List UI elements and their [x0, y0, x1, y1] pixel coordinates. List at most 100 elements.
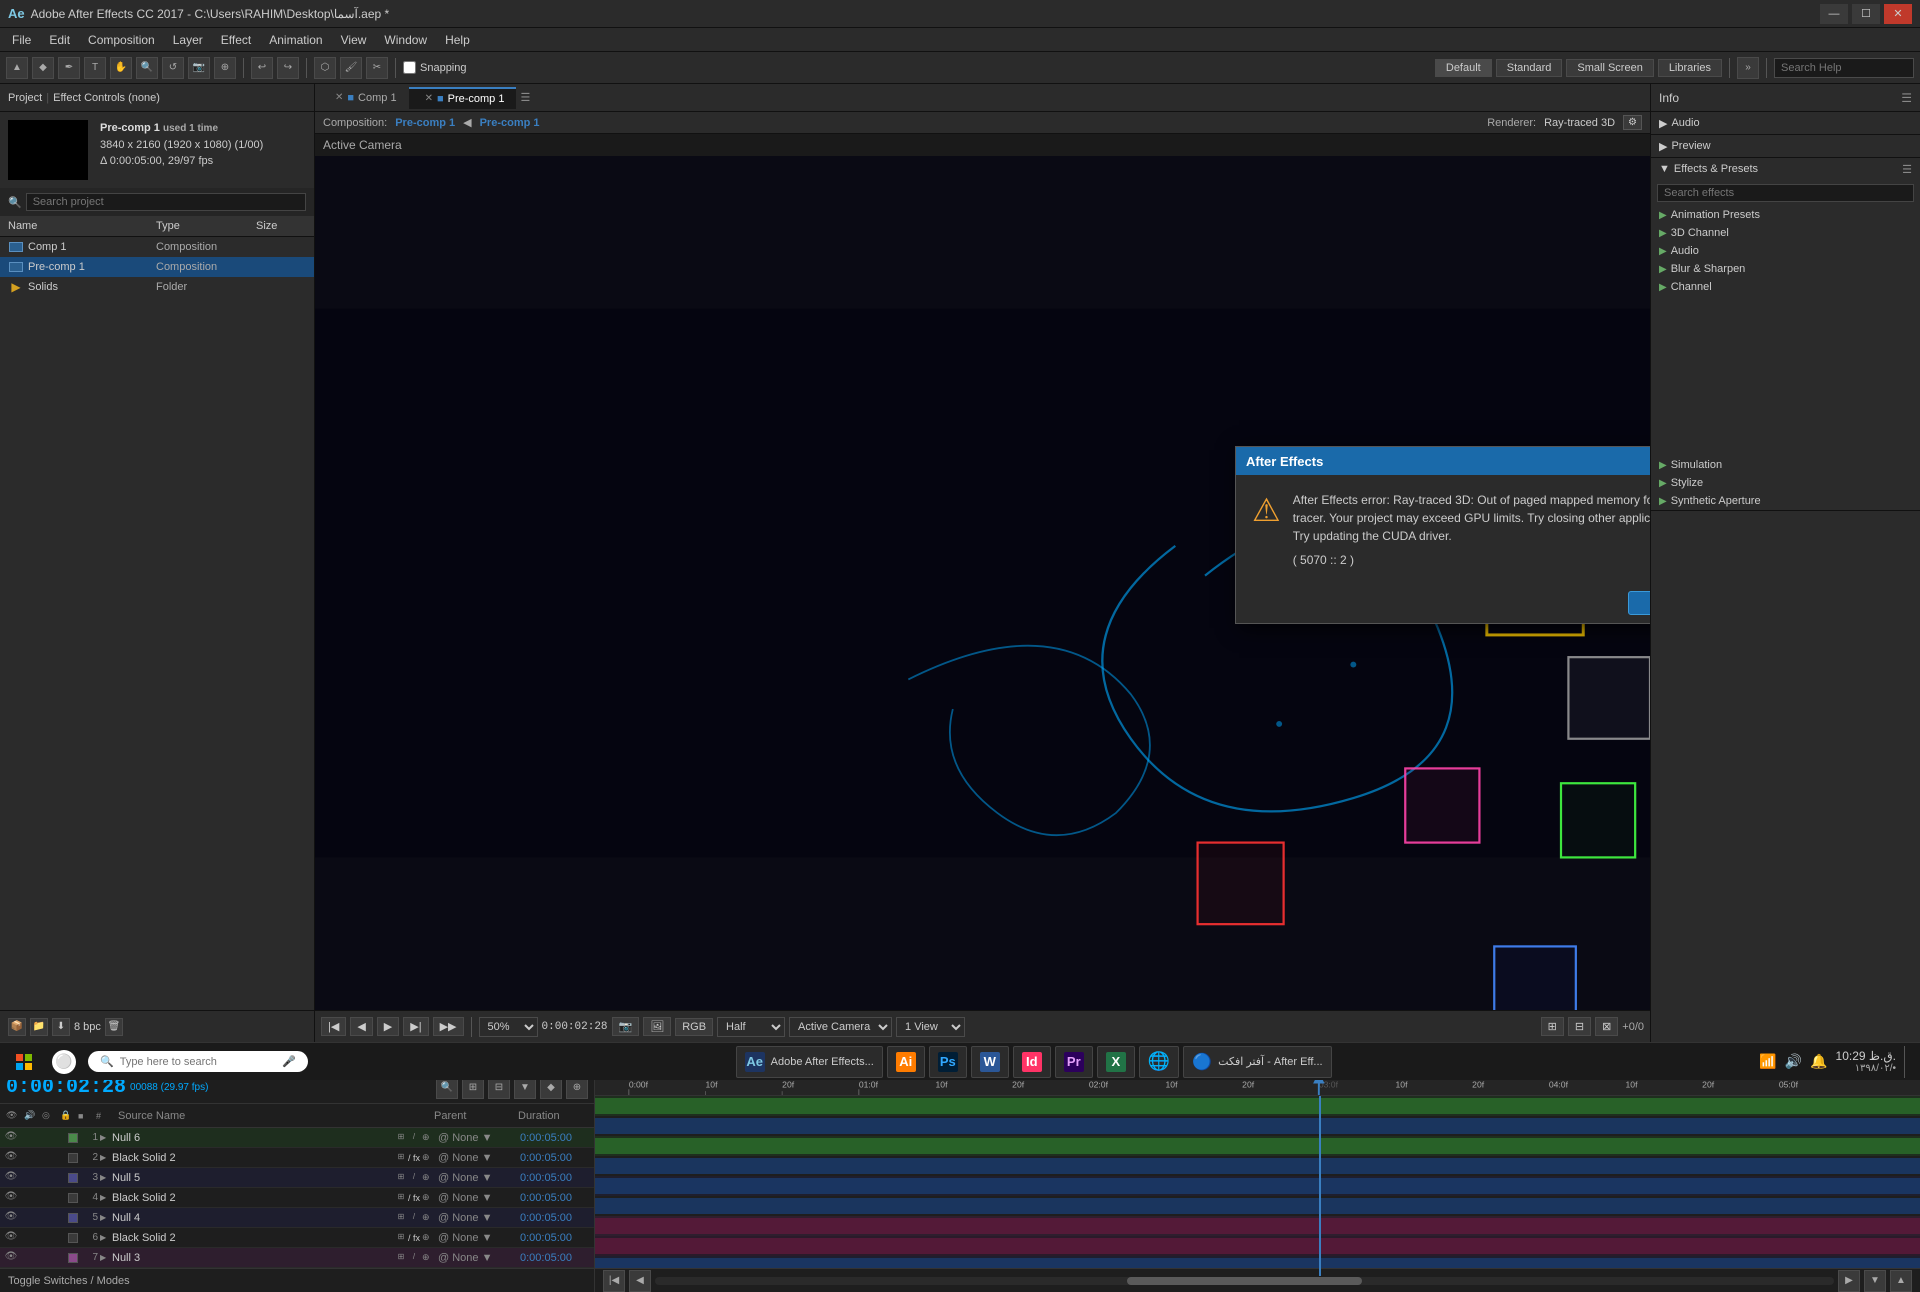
menu-edit[interactable]: Edit — [41, 31, 78, 49]
tool-redo[interactable]: ↪ — [277, 57, 299, 79]
effect-blur-sharpen[interactable]: ▶ Blur & Sharpen — [1651, 260, 1920, 278]
layer1-expand[interactable]: ▶ — [100, 1133, 110, 1142]
menu-composition[interactable]: Composition — [80, 31, 163, 49]
maximize-button[interactable]: ☐ — [1852, 4, 1880, 24]
tl-scroll-right[interactable]: ▶ — [1838, 1270, 1860, 1292]
layer4-expand[interactable]: ▶ — [100, 1193, 110, 1202]
viewer-safe-zones[interactable]: ⊠ — [1595, 1017, 1618, 1036]
viewer-show-channel[interactable]: RGB — [675, 1018, 713, 1036]
layer6-sw1[interactable]: ⊞ — [395, 1232, 407, 1244]
track-lane-2[interactable] — [595, 1116, 1920, 1136]
layer7-sw2[interactable]: / — [408, 1252, 420, 1264]
effect-audio[interactable]: ▶ Audio — [1651, 242, 1920, 260]
camera-dropdown[interactable]: Active Camera — [789, 1017, 892, 1037]
tool-shape[interactable]: ◆ — [32, 57, 54, 79]
viewer-grid[interactable]: ⊞ — [1541, 1017, 1564, 1036]
taskbar-app-id[interactable]: Id — [1013, 1046, 1051, 1078]
track-lane-7[interactable] — [595, 1216, 1920, 1236]
layer3-mode[interactable]: ⊕ — [422, 1172, 436, 1183]
error-ok-button[interactable]: OK — [1628, 591, 1650, 615]
taskbar-app-word[interactable]: W — [971, 1046, 1009, 1078]
taskbar-app-ae[interactable]: Ae Adobe After Effects... — [736, 1046, 883, 1078]
tool-zoom[interactable]: 🔍 — [136, 57, 158, 79]
track-lane-3[interactable] — [595, 1136, 1920, 1156]
viewer-snapshot[interactable]: 📷 — [612, 1017, 640, 1036]
effect-3d-channel[interactable]: ▶ 3D Channel — [1651, 224, 1920, 242]
tool-camera[interactable]: 📷 — [188, 57, 210, 79]
viewer-prev-frame[interactable]: ◀ — [350, 1017, 372, 1036]
preview-section-header[interactable]: ▶ Preview — [1651, 135, 1920, 157]
project-item-precomp1[interactable]: Pre-comp 1 Composition — [0, 257, 314, 277]
minimize-button[interactable]: — — [1820, 4, 1848, 24]
tl-scroll-left[interactable]: ◀ — [629, 1270, 651, 1292]
tool-clone[interactable]: ✂ — [366, 57, 388, 79]
tray-icon-volume[interactable]: 🔊 — [1785, 1053, 1802, 1070]
close-button[interactable]: ✕ — [1884, 4, 1912, 24]
layer2-mode[interactable]: ⊕ — [422, 1152, 436, 1163]
project-search-input[interactable] — [26, 193, 306, 211]
workspace-libraries[interactable]: Libraries — [1658, 59, 1722, 77]
effect-synthetic-aperture[interactable]: ▶ Synthetic Aperture — [1651, 492, 1920, 510]
layer7-eye[interactable]: 👁 — [4, 1251, 18, 1265]
audio-section-header[interactable]: ▶ Audio — [1651, 112, 1920, 134]
layer3-sw1[interactable]: ⊞ — [395, 1172, 407, 1184]
taskbar-app-ps[interactable]: Ps — [929, 1046, 967, 1078]
layer4-sw1[interactable]: ⊞ — [395, 1192, 407, 1204]
layer1-mode[interactable]: ⊕ — [422, 1132, 436, 1143]
layer-row-2[interactable]: 👁 2 ▶ Black Solid 2 ⊞ / fx ⊕ @ None ▼ 0:… — [0, 1148, 594, 1168]
import-icon[interactable]: ⬇ — [52, 1018, 70, 1036]
viewer-guide[interactable]: ⊟ — [1568, 1017, 1591, 1036]
tool-pen[interactable]: ✒ — [58, 57, 80, 79]
layer7-sw1[interactable]: ⊞ — [395, 1252, 407, 1264]
effect-simulation[interactable]: ▶ Simulation — [1651, 456, 1920, 474]
new-comp-icon[interactable]: 📦 — [8, 1018, 26, 1036]
menu-help[interactable]: Help — [437, 31, 478, 49]
bpc-label[interactable]: 8 bpc — [74, 1021, 101, 1033]
views-dropdown[interactable]: 1 View2 Views — [896, 1017, 965, 1037]
effect-animation-presets[interactable]: ▶ Animation Presets — [1651, 206, 1920, 224]
effect-stylize[interactable]: ▶ Stylize — [1651, 474, 1920, 492]
comp1-tab-close[interactable]: ✕ — [335, 92, 343, 103]
taskbar-app-edge[interactable]: 🌐 — [1139, 1046, 1179, 1078]
tray-icon-notification[interactable]: 🔔 — [1810, 1053, 1827, 1070]
tool-rotate[interactable]: ↺ — [162, 57, 184, 79]
viewer-play[interactable]: ▶ — [377, 1017, 399, 1036]
track-lane-5[interactable] — [595, 1176, 1920, 1196]
help-search-input[interactable] — [1774, 58, 1914, 78]
layer1-eye[interactable]: 👁 — [4, 1131, 18, 1145]
menu-layer[interactable]: Layer — [165, 31, 211, 49]
menu-view[interactable]: View — [333, 31, 375, 49]
snapping-checkbox[interactable] — [403, 61, 416, 74]
menu-animation[interactable]: Animation — [261, 31, 330, 49]
effects-presets-header[interactable]: ▼ Effects & Presets ☰ — [1651, 158, 1920, 180]
layer-row-5[interactable]: 👁 5 ▶ Null 4 ⊞ / ⊕ @ None ▼ 0:00:05:00 — [0, 1208, 594, 1228]
layer-row-3[interactable]: 👁 3 ▶ Null 5 ⊞ / ⊕ @ None ▼ 0:00:05:00 — [0, 1168, 594, 1188]
tl-goto-start[interactable]: |◀ — [603, 1270, 625, 1292]
taskbar-app-chrome[interactable]: 🔵 آفتر افکت - After Eff... — [1183, 1046, 1331, 1078]
tool-text[interactable]: T — [84, 57, 106, 79]
viewer-menu-icon[interactable]: ☰ — [520, 91, 530, 104]
layer1-sw2[interactable]: / — [408, 1132, 420, 1144]
effect-channel[interactable]: ▶ Channel — [1651, 278, 1920, 296]
layer3-expand[interactable]: ▶ — [100, 1173, 110, 1182]
layer-row-6[interactable]: 👁 6 ▶ Black Solid 2 ⊞ / fx ⊕ @ None ▼ 0:… — [0, 1228, 594, 1248]
viewer-show-snapshot[interactable]: 🖼 — [643, 1017, 671, 1036]
track-lane-4[interactable] — [595, 1156, 1920, 1176]
toggle-switches-modes[interactable]: Toggle Switches / Modes — [0, 1268, 594, 1292]
effects-menu-icon[interactable]: ☰ — [1902, 163, 1912, 176]
layer5-sw2[interactable]: / — [408, 1212, 420, 1224]
menu-file[interactable]: File — [4, 31, 39, 49]
info-panel-menu[interactable]: ☰ — [1901, 91, 1912, 105]
workspace-small-screen[interactable]: Small Screen — [1566, 59, 1653, 77]
quality-dropdown[interactable]: HalfFullQuarter — [717, 1017, 785, 1037]
tool-undo[interactable]: ↩ — [251, 57, 273, 79]
layer1-sw1[interactable]: ⊞ — [395, 1132, 407, 1144]
taskbar-search-box[interactable]: 🔍 🎤 — [88, 1051, 308, 1072]
layer3-eye[interactable]: 👁 — [4, 1171, 18, 1185]
precomp1-tab-close[interactable]: ✕ — [425, 93, 433, 104]
layer5-sw1[interactable]: ⊞ — [395, 1212, 407, 1224]
taskbar-app-pr[interactable]: Pr — [1055, 1046, 1093, 1078]
tool-hand[interactable]: ✋ — [110, 57, 132, 79]
menu-effect[interactable]: Effect — [213, 31, 259, 49]
delete-icon[interactable]: 🗑 — [105, 1018, 123, 1036]
